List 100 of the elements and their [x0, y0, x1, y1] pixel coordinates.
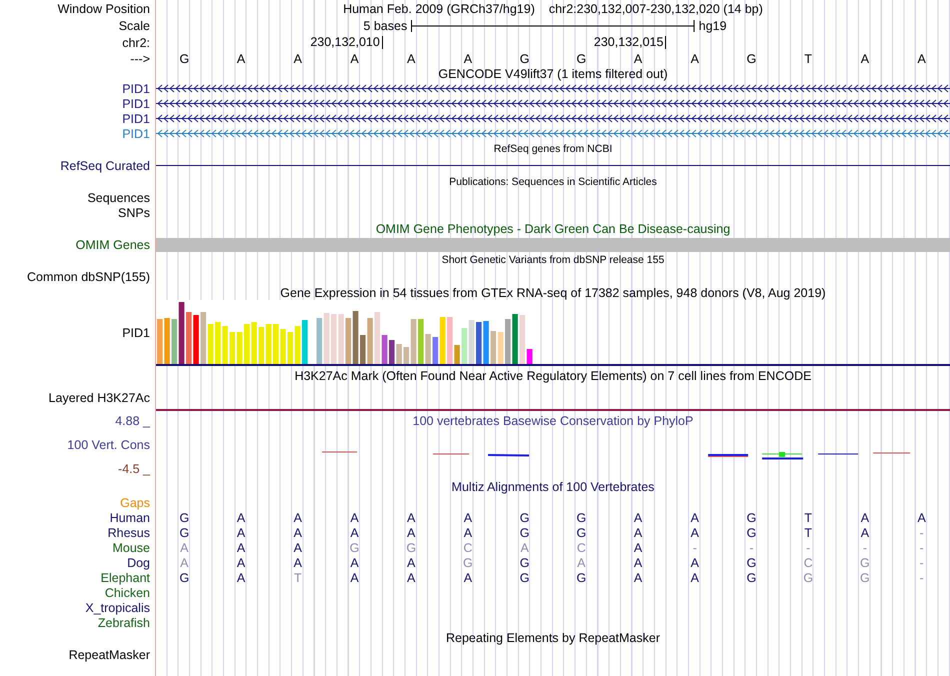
coordinate-label: 230,132,015 [594, 36, 666, 49]
base-letter: G [179, 570, 190, 584]
base-letter: A [634, 556, 642, 570]
base-letter: G [576, 570, 586, 584]
track-label: Sequences [87, 190, 150, 204]
species-label: Chicken [104, 586, 150, 600]
base-letter: G [576, 52, 586, 66]
base-letter: A [464, 52, 472, 66]
track-label: OMIM Genes [76, 238, 150, 252]
base-letter: A [294, 556, 302, 570]
base-letter: G [520, 556, 530, 570]
base-letter: G [803, 570, 814, 584]
base-letter: A [180, 540, 189, 554]
base-letter: - [920, 556, 924, 570]
base-letter: A [407, 570, 416, 584]
row-label: ---> [130, 52, 150, 66]
species-label: Elephant [100, 570, 150, 584]
base-letter: G [860, 556, 870, 570]
base-letter: G [520, 510, 530, 524]
base-letter: G [746, 556, 756, 570]
base-letter: - [749, 540, 754, 554]
track-label: Gaps [120, 496, 150, 510]
base-letter: C [804, 556, 813, 570]
base-letter: G [520, 52, 530, 66]
base-letter: G [179, 510, 190, 524]
base-letter: G [576, 526, 586, 540]
base-letter: A [860, 510, 870, 524]
assembly-text: Human Feb. 2009 (GRCh37/hg19) [343, 2, 535, 16]
base-letter: A [860, 526, 870, 540]
database-text: hg19 [698, 18, 728, 32]
species-label: Human [110, 510, 150, 524]
base-letter: A [860, 52, 870, 66]
base-letter: A [634, 540, 642, 554]
track-label: SNPs [118, 206, 150, 220]
base-letter: A [236, 510, 246, 524]
base-letter: G [179, 526, 190, 540]
species-label: Zebrafish [98, 616, 150, 630]
base-letter: A [294, 510, 302, 524]
base-letter: G [350, 540, 360, 554]
base-letter: T [804, 526, 812, 540]
track-title: Short Genetic Variants from dbSNP release 155 [442, 254, 664, 266]
track-title: Multiz Alignments of 100 Vertebrates [452, 480, 654, 494]
track-title: RefSeq genes from NCBI [494, 143, 612, 155]
species-label: Rhesus [108, 526, 150, 540]
base-letter: A [350, 52, 359, 66]
scale-text: 5 bases [362, 18, 408, 32]
base-letter: A [464, 570, 472, 584]
base-letter: C [576, 540, 586, 554]
base-letter: - [920, 540, 924, 554]
base-letter: A [236, 526, 246, 540]
base-letter: A [634, 52, 642, 66]
base-letter: - [920, 570, 924, 584]
base-letter: A [634, 526, 642, 540]
base-letter: A [407, 52, 416, 66]
base-letter: A [690, 526, 699, 540]
track-label: PID1 [122, 326, 150, 340]
track-label: 100 Vert. Cons [67, 438, 150, 452]
base-letter: A [690, 556, 699, 570]
species-label: X_tropicalis [85, 600, 150, 614]
track-label: RepeatMasker [68, 648, 150, 662]
base-letter: A [917, 52, 926, 66]
row-label: chr2: [122, 36, 150, 50]
base-letter: G [520, 570, 530, 584]
track-title: Gene Expression in 54 tissues from GTEx RNA-seq of 17382 samples, 948 donors (V8, Aug 2019) [280, 286, 826, 300]
base-letter: G [746, 526, 756, 540]
base-letter: A [350, 556, 359, 570]
base-letter: A [236, 556, 246, 570]
coordinate-label: 230,132,010 [310, 36, 383, 49]
species-label: Mouse [112, 540, 150, 554]
base-letter: G [746, 570, 756, 584]
axis-min-label: -4.5 _ [118, 462, 150, 476]
base-letter: A [634, 510, 642, 524]
gene-label: PID1 [122, 126, 150, 140]
gene-label: PID1 [122, 112, 150, 126]
base-letter: G [860, 570, 870, 584]
base-letter: - [920, 526, 924, 540]
track-label: Layered H3K27Ac [48, 391, 150, 405]
base-letter: - [862, 540, 867, 554]
base-letter: G [576, 510, 586, 524]
base-letter: G [520, 526, 530, 540]
base-letter: G [406, 540, 416, 554]
position-text: chr2:230,132,007-230,132,020 (14 bp) [548, 2, 763, 16]
base-letter: - [806, 540, 810, 554]
base-letter: G [179, 52, 190, 66]
base-letter: G [746, 510, 756, 524]
track-title: Repeating Elements by RepeatMasker [446, 631, 660, 645]
base-letter: A [294, 52, 302, 66]
base-letter: T [804, 52, 812, 66]
base-letter: A [350, 510, 359, 524]
species-label: Dog [127, 556, 150, 570]
base-letter: A [236, 540, 246, 554]
base-letter: A [464, 526, 472, 540]
gene-label: PID1 [122, 96, 150, 110]
row-label: Window Position [58, 2, 150, 16]
base-letter: C [463, 540, 472, 554]
track-label: RefSeq Curated [60, 158, 150, 172]
base-letter: A [917, 510, 926, 524]
base-letter: A [407, 556, 416, 570]
base-letter: A [464, 510, 472, 524]
gene-label: PID1 [122, 82, 150, 96]
